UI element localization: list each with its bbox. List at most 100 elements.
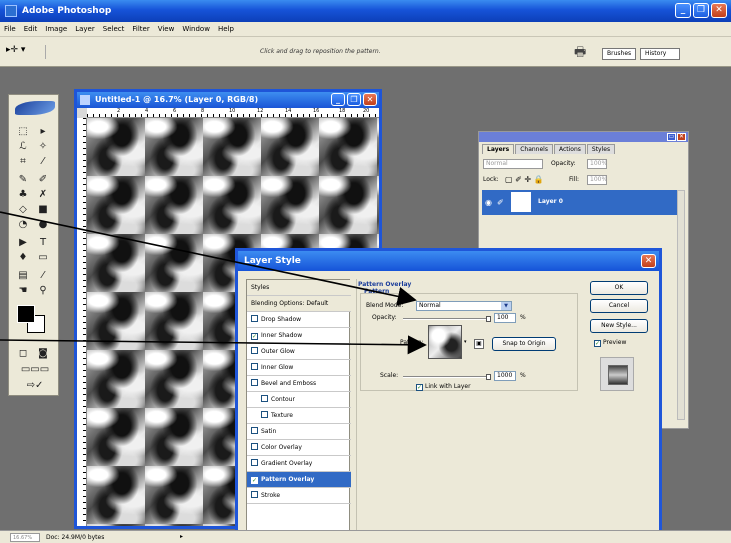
style-item[interactable]: Color Overlay: [247, 440, 351, 456]
dialog-titlebar[interactable]: Layer Style: [238, 251, 659, 271]
move-tool-icon[interactable]: ▸: [35, 125, 51, 138]
close-button[interactable]: ✕: [711, 3, 727, 18]
menu-image[interactable]: Image: [45, 25, 67, 33]
style-item[interactable]: Inner Glow: [247, 360, 351, 376]
style-item[interactable]: ✓ Inner Shadow: [247, 328, 351, 344]
style-item[interactable]: Contour: [247, 392, 351, 408]
screen-mode-icons[interactable]: ▭▭▭: [15, 363, 55, 376]
history-brush-icon[interactable]: ✗: [35, 188, 51, 201]
doc-minimize-button[interactable]: _: [331, 93, 345, 106]
checkbox[interactable]: [261, 395, 268, 402]
palette-titlebar[interactable]: ▭ ✕: [479, 132, 688, 142]
type-tool-icon[interactable]: T: [35, 236, 51, 249]
layers-scrollbar[interactable]: [677, 190, 685, 420]
checkbox[interactable]: [251, 443, 258, 450]
layer-opacity-field[interactable]: 100%: [587, 159, 607, 169]
style-item[interactable]: Satin: [247, 424, 351, 440]
checkbox[interactable]: [261, 411, 268, 418]
snap-to-origin-button[interactable]: Snap to Origin: [492, 337, 556, 351]
magic-wand-icon[interactable]: ✧: [35, 140, 51, 153]
menu-select[interactable]: Select: [103, 25, 125, 33]
color-swatches[interactable]: [17, 305, 49, 337]
checkbox[interactable]: ✓: [251, 333, 258, 340]
style-item[interactable]: Stroke: [247, 488, 351, 504]
style-item[interactable]: Bevel and Emboss: [247, 376, 351, 392]
eyedropper-icon[interactable]: ⁄: [35, 269, 51, 282]
menu-window[interactable]: Window: [182, 25, 210, 33]
menu-filter[interactable]: Filter: [132, 25, 149, 33]
scale-slider[interactable]: [403, 376, 489, 378]
checkbox[interactable]: [251, 427, 258, 434]
menu-layer[interactable]: Layer: [75, 25, 95, 33]
standard-mode-icon[interactable]: ◻: [15, 347, 31, 360]
opacity-slider-handle[interactable]: [486, 316, 491, 322]
menu-file[interactable]: File: [4, 25, 16, 33]
checkbox[interactable]: [251, 363, 258, 370]
new-style-button[interactable]: New Style...: [590, 319, 648, 333]
new-preset-icon[interactable]: ▣: [474, 339, 484, 349]
imageready-jump-icon[interactable]: ⇨✓: [15, 379, 55, 392]
crop-tool-icon[interactable]: ⌗: [15, 155, 31, 168]
menu-edit[interactable]: Edit: [24, 25, 38, 33]
style-item[interactable]: Drop Shadow: [247, 312, 351, 328]
foreground-color[interactable]: [17, 305, 35, 323]
hand-tool-icon[interactable]: ☚: [15, 284, 31, 297]
notes-tool-icon[interactable]: ▤: [15, 269, 31, 282]
menu-view[interactable]: View: [158, 25, 175, 33]
palette-close-button[interactable]: ✕: [677, 133, 686, 141]
quickmask-mode-icon[interactable]: ◙: [35, 347, 51, 360]
checkbox[interactable]: [251, 491, 258, 498]
checkbox[interactable]: ✓: [416, 384, 423, 391]
pen-tool-icon[interactable]: ♦: [15, 251, 31, 264]
brush-link-icon[interactable]: ✐: [497, 198, 507, 207]
menu-help[interactable]: Help: [218, 25, 234, 33]
document-info[interactable]: Doc: 24.9M/0 bytes: [46, 534, 104, 541]
palette-minimize-button[interactable]: ▭: [667, 133, 676, 141]
brush-tool-icon[interactable]: ✐: [35, 173, 51, 186]
checkbox[interactable]: [251, 379, 258, 386]
chevron-down-icon[interactable]: ▾: [464, 339, 467, 345]
tab-actions[interactable]: Actions: [553, 144, 586, 154]
pattern-picker[interactable]: [428, 325, 462, 359]
scale-slider-handle[interactable]: [486, 374, 491, 380]
preview-checkbox[interactable]: ✓ Preview: [594, 339, 626, 347]
slice-tool-icon[interactable]: ⁄: [35, 155, 51, 168]
minimize-button[interactable]: _: [675, 3, 691, 18]
history-tab[interactable]: History: [640, 48, 680, 60]
dodge-tool-icon[interactable]: ●: [35, 218, 51, 231]
visibility-eye-icon[interactable]: ◉: [485, 198, 495, 207]
checkbox[interactable]: [251, 315, 258, 322]
lock-icons[interactable]: ▢ ✐ ✛ 🔒: [505, 175, 544, 184]
scale-field[interactable]: 1000: [494, 371, 516, 381]
shape-tool-icon[interactable]: ▭: [35, 251, 51, 264]
zoom-tool-icon[interactable]: ⚲: [35, 284, 51, 297]
maximize-button[interactable]: ❐: [693, 3, 709, 18]
blur-tool-icon[interactable]: ◔: [15, 218, 31, 231]
gradient-tool-icon[interactable]: ■: [35, 203, 51, 216]
checkbox[interactable]: [251, 347, 258, 354]
tool-preset-picker[interactable]: ▸✛ ▾: [6, 45, 46, 59]
style-item[interactable]: Texture: [247, 408, 351, 424]
tab-styles[interactable]: Styles: [586, 144, 616, 154]
cancel-button[interactable]: Cancel: [590, 299, 648, 313]
style-item-pattern-overlay[interactable]: ✓ Pattern Overlay: [247, 472, 351, 488]
palette-well-icon[interactable]: 🖶: [574, 43, 594, 61]
ok-button[interactable]: OK: [590, 281, 648, 295]
status-arrow-icon[interactable]: ▸: [180, 533, 183, 540]
checkbox[interactable]: [251, 459, 258, 466]
chevron-down-icon[interactable]: ▼: [501, 302, 511, 310]
blend-mode-select[interactable]: Normal ▼: [416, 301, 512, 311]
doc-close-button[interactable]: ✕: [363, 93, 377, 106]
link-with-layer-checkbox[interactable]: ✓ Link with Layer: [416, 383, 471, 391]
zoom-field[interactable]: 16.67%: [10, 533, 40, 542]
tab-channels[interactable]: Channels: [515, 144, 553, 154]
tab-layers[interactable]: Layers: [482, 144, 515, 154]
opacity-field[interactable]: 100: [494, 313, 516, 323]
path-selection-icon[interactable]: ▶: [15, 236, 31, 249]
checkbox[interactable]: ✓: [594, 340, 601, 347]
style-item[interactable]: Gradient Overlay: [247, 456, 351, 472]
healing-brush-icon[interactable]: ✎: [15, 173, 31, 186]
dialog-close-button[interactable]: ✕: [641, 254, 656, 268]
marquee-tool-icon[interactable]: ⬚: [15, 125, 31, 138]
document-titlebar[interactable]: Untitled-1 @ 16.7% (Layer 0, RGB/8) _ ❐ …: [77, 92, 379, 108]
